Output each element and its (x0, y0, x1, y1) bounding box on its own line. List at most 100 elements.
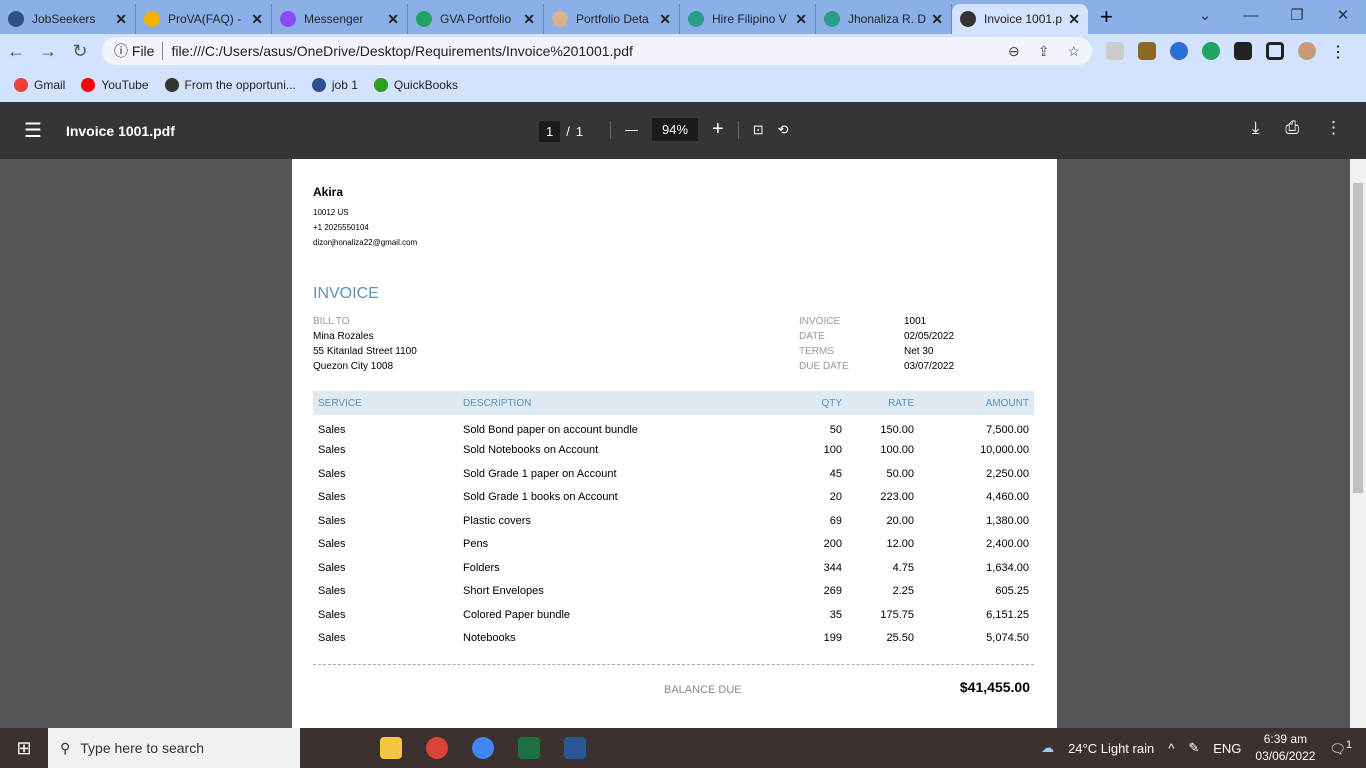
fit-page-icon[interactable]: ⊡ (753, 122, 764, 138)
meta-label: TERMS (799, 346, 834, 357)
tab-1[interactable]: ProVA(FAQ) - ✕ (136, 4, 272, 34)
download-icon[interactable]: ⤓ (1252, 118, 1260, 138)
zoom-in-button[interactable]: + (712, 118, 724, 141)
tab-label: JobSeekers (32, 12, 96, 26)
tab-search-icon[interactable]: ⌄ (1182, 0, 1228, 30)
chrome-profile-icon[interactable] (426, 737, 448, 759)
bookmark-4[interactable]: QuickBooks (373, 78, 458, 92)
bookmarks-bar: Gmail YouTube From the opportuni... job 1 Qu… (0, 68, 1366, 102)
cell: Sales (318, 444, 346, 457)
rotate-icon[interactable]: ⟲ (778, 122, 789, 138)
reload-button[interactable]: ↻ (64, 41, 96, 62)
document-title: Invoice 1001.pdf (65, 122, 175, 139)
extensions: ⋮ (1106, 42, 1346, 61)
side-panel-icon[interactable] (1266, 42, 1284, 60)
close-window-button[interactable]: ✕ (1320, 0, 1366, 30)
tab-3[interactable]: GVA Portfolio ✕ (408, 4, 544, 34)
cell: Sales (318, 514, 346, 527)
tab-0[interactable]: JobSeekers ✕ (0, 4, 136, 34)
tab-close-icon[interactable]: ✕ (251, 11, 263, 28)
bookmark-label: Gmail (34, 78, 66, 92)
windows-start-icon[interactable]: ⊞ (0, 738, 48, 759)
bookmark-3[interactable]: job 1 (311, 78, 358, 92)
url-scheme: File (131, 43, 155, 59)
bookmark-icon (373, 78, 388, 92)
menu-kebab-icon[interactable]: ⋮ (1330, 42, 1346, 61)
cell: Notebooks (463, 632, 516, 645)
table-row: Sales Plastic covers 69 20.00 1,380.00 (313, 509, 1034, 533)
tab-close-icon[interactable]: ✕ (795, 11, 807, 28)
cell: 100 (823, 444, 842, 457)
extension-doc-icon[interactable] (1170, 42, 1188, 60)
tab-close-icon[interactable]: ✕ (115, 11, 127, 28)
bill-to-name: Mina Rozales (313, 331, 374, 342)
invoice-heading: INVOICE (313, 285, 379, 302)
tab-label: GVA Portfolio (440, 12, 512, 26)
bookmark-icon (14, 78, 28, 92)
bookmark-0[interactable]: Gmail (14, 78, 65, 92)
new-tab-button[interactable]: + (1100, 4, 1113, 30)
page-number-input[interactable]: 1 (539, 121, 561, 142)
tray-chevron-icon[interactable]: ^ (1168, 741, 1174, 756)
meta-label: DUE DATE (799, 361, 849, 372)
info-icon[interactable]: ⓘ (114, 41, 132, 61)
bookmark-star-icon[interactable]: ☆ (1067, 43, 1080, 60)
column-header: RATE (847, 391, 919, 415)
tab-7[interactable]: Invoice 1001.p ✕ (952, 4, 1088, 34)
tab-5[interactable]: Hire Filipino V ✕ (680, 4, 816, 34)
extension-plant-icon[interactable] (1138, 42, 1156, 60)
restore-button[interactable]: ❐ (1274, 0, 1320, 30)
minimize-button[interactable]: — (1228, 0, 1274, 30)
chrome-icon[interactable] (472, 737, 494, 759)
share-icon[interactable]: ⇪ (1038, 43, 1050, 60)
zoom-icon[interactable]: ⊖ (1008, 43, 1020, 60)
language-indicator[interactable]: ENG (1213, 741, 1241, 756)
meta-value: 02/05/2022 (904, 331, 955, 342)
taskbar-search[interactable]: ⚲ Type here to search (48, 728, 300, 768)
pen-icon[interactable]: ✎ (1188, 740, 1199, 756)
sender-address: 10012 US (313, 208, 349, 217)
tab-4[interactable]: Portfolio Deta ✕ (544, 4, 680, 34)
bookmark-label: job 1 (331, 78, 358, 92)
bookmark-1[interactable]: YouTube (81, 78, 149, 92)
cell: 10,000.00 (980, 444, 1029, 457)
bookmark-label: YouTube (101, 78, 149, 92)
cell: 100.00 (880, 444, 914, 457)
line-items-table: SERVICE DESCRIPTION QTY RATE AMOUNT Sales Sol… (313, 391, 1034, 650)
more-icon[interactable]: ⋮ (1325, 118, 1342, 138)
search-placeholder: Type here to search (80, 740, 205, 756)
tab-close-icon[interactable]: ✕ (1068, 11, 1080, 28)
extension-w-icon[interactable] (1202, 42, 1220, 60)
extension-s-icon[interactable] (1106, 42, 1124, 60)
menu-icon[interactable]: ☰ (24, 118, 42, 143)
tab-close-icon[interactable]: ✕ (387, 11, 399, 28)
word-icon[interactable] (564, 737, 586, 759)
print-icon[interactable]: ⎙ (1285, 118, 1299, 138)
notifications-icon[interactable]: 🗨1 (1329, 739, 1352, 757)
tab-close-icon[interactable]: ✕ (523, 11, 535, 28)
total-pages: 1 (575, 124, 584, 139)
tab-2[interactable]: Messenger ✕ (272, 4, 408, 34)
meta-label: DATE (799, 331, 825, 342)
back-button[interactable]: ← (0, 41, 32, 62)
clock[interactable]: 6:39 am 03/06/2022 (1255, 731, 1315, 765)
cell: Colored Paper bundle (463, 608, 571, 621)
forward-button[interactable]: → (32, 41, 64, 62)
scrollbar[interactable] (1350, 159, 1366, 728)
bookmark-2[interactable]: From the opportuni... (164, 78, 296, 92)
excel-icon[interactable] (518, 737, 540, 759)
tab-favicon-icon (960, 11, 976, 27)
puzzle-icon[interactable] (1234, 42, 1252, 60)
tab-close-icon[interactable]: ✕ (659, 11, 671, 28)
tab-close-icon[interactable]: ✕ (931, 11, 943, 28)
weather-cloud-icon[interactable]: ☁ (1041, 740, 1054, 756)
weather-text[interactable]: 24°C Light rain (1068, 741, 1154, 756)
zoom-out-button[interactable]: — (625, 122, 638, 137)
bookmark-label: QuickBooks (393, 78, 458, 92)
file-explorer-icon[interactable] (380, 737, 402, 759)
avatar[interactable] (1298, 42, 1316, 60)
zoom-input[interactable]: 94% (652, 118, 699, 141)
url-input[interactable]: ⓘ File file:///C:/Users/asus/OneDrive/De… (102, 37, 1092, 65)
cell: 7,500.00 (986, 423, 1029, 436)
tab-6[interactable]: Jhonaliza R. D ✕ (816, 4, 952, 34)
